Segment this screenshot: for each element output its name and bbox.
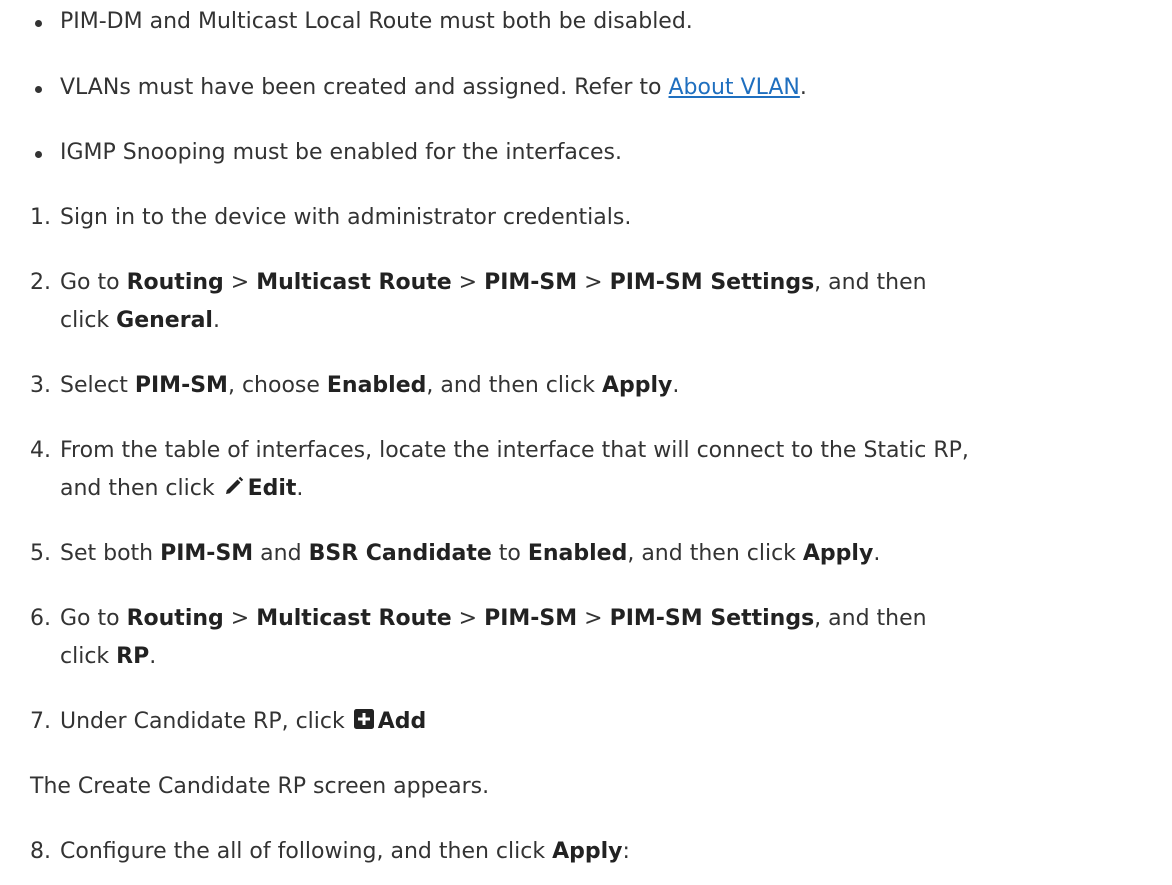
ui-term: Apply xyxy=(552,839,623,864)
ui-term: Routing xyxy=(126,606,224,631)
step-text: Go to xyxy=(60,606,127,631)
step-text: Select xyxy=(60,373,135,398)
punct: . xyxy=(149,644,157,669)
ui-term: PIM-SM xyxy=(134,373,228,398)
ui-term: PIM-SM Settings xyxy=(609,606,815,631)
bullet-dot xyxy=(35,151,42,158)
separator: > xyxy=(577,270,610,295)
step-text: , and then xyxy=(814,606,927,631)
ui-term: BSR Candidate xyxy=(308,541,492,566)
step-number: 1. xyxy=(30,205,51,230)
step-5: 5. Set both PIM-SM and BSR Candidate to … xyxy=(0,538,1172,570)
step-1: 1. Sign in to the device with administra… xyxy=(0,202,1172,234)
step-text: click xyxy=(60,308,117,333)
separator: > xyxy=(223,270,257,295)
ui-term: Routing xyxy=(126,270,224,295)
separator: > xyxy=(223,606,257,631)
punct: : xyxy=(622,839,630,864)
step-text: and xyxy=(253,541,309,566)
pencil-icon xyxy=(222,474,246,508)
bullet-text: VLANs must have been created and assigne… xyxy=(60,75,669,100)
separator: > xyxy=(451,606,485,631)
step-2: 2. Go to Routing > Multicast Route > PIM… xyxy=(0,267,1172,299)
add-label: Add xyxy=(377,709,427,734)
step-text: Configure the all of following, and then… xyxy=(60,839,553,864)
ui-term: PIM-SM xyxy=(484,270,578,295)
bullet-text: PIM-DM and Multicast Local Route must bo… xyxy=(60,9,693,34)
punct: . xyxy=(799,75,807,100)
step-text: Go to xyxy=(60,270,127,295)
ui-term: Enabled xyxy=(326,373,427,398)
step-text: Set both xyxy=(60,541,161,566)
bullet-text: IGMP Snooping must be enabled for the in… xyxy=(60,140,622,165)
step-8: 8. Configure the all of following, and t… xyxy=(0,836,1172,868)
separator: > xyxy=(577,606,610,631)
ui-term: PIM-SM xyxy=(160,541,254,566)
edit-label: Edit xyxy=(247,476,297,501)
ui-term: PIM-SM Settings xyxy=(609,270,815,295)
ui-term: RP xyxy=(116,644,150,669)
result-note: The Create Candidate RP screen appears. xyxy=(0,771,1172,803)
prereq-bullet: PIM-DM and Multicast Local Route must bo… xyxy=(0,6,1172,38)
note-text: The Create Candidate RP screen appears. xyxy=(30,774,490,799)
step-4: 4. From the table of interfaces, locate … xyxy=(0,435,1172,467)
step-2-cont: click General. xyxy=(0,305,1172,337)
step-text: , and then click xyxy=(426,373,602,398)
step-number: 3. xyxy=(30,373,51,398)
step-text: to xyxy=(491,541,528,566)
ui-term: Multicast Route xyxy=(256,270,452,295)
punct: . xyxy=(296,476,304,501)
bullet-dot xyxy=(35,86,42,93)
step-7: 7. Under Candidate RP, click Add xyxy=(0,706,1172,738)
document: PIM-DM and Multicast Local Route must bo… xyxy=(0,0,1172,885)
step-4-cont: and then click Edit. xyxy=(0,473,1172,505)
step-text: , choose xyxy=(227,373,327,398)
step-text: From the table of interfaces, locate the… xyxy=(60,438,969,463)
prereq-bullet: VLANs must have been created and assigne… xyxy=(0,72,1172,104)
ui-term: Apply xyxy=(601,373,673,398)
step-text: click xyxy=(60,644,117,669)
step-6-cont: click RP. xyxy=(0,641,1172,673)
ui-term: PIM-SM xyxy=(484,606,578,631)
step-number: 2. xyxy=(30,270,51,295)
separator: > xyxy=(451,270,485,295)
prereq-bullet: IGMP Snooping must be enabled for the in… xyxy=(0,137,1172,169)
step-number: 7. xyxy=(30,709,51,734)
step-text: Sign in to the device with administrator… xyxy=(60,205,632,230)
ui-term: Enabled xyxy=(527,541,628,566)
punct: . xyxy=(212,308,220,333)
punct: . xyxy=(873,541,881,566)
bullet-dot xyxy=(35,20,42,27)
step-number: 6. xyxy=(30,606,51,631)
step-text: Under Candidate RP, click xyxy=(60,709,352,734)
step-text: and then click xyxy=(60,476,222,501)
step-number: 5. xyxy=(30,541,51,566)
step-3: 3. Select PIM-SM, choose Enabled, and th… xyxy=(0,370,1172,402)
ui-term: Apply xyxy=(802,541,874,566)
ui-term: General xyxy=(116,308,213,333)
plus-square-icon xyxy=(352,707,376,741)
punct: . xyxy=(672,373,680,398)
step-text: , and then click xyxy=(627,541,803,566)
step-6: 6. Go to Routing > Multicast Route > PIM… xyxy=(0,603,1172,635)
step-number: 8. xyxy=(30,839,51,864)
step-text: , and then xyxy=(814,270,927,295)
about-vlan-link[interactable]: About VLAN xyxy=(669,75,800,100)
ui-term: Multicast Route xyxy=(256,606,452,631)
step-number: 4. xyxy=(30,438,51,463)
